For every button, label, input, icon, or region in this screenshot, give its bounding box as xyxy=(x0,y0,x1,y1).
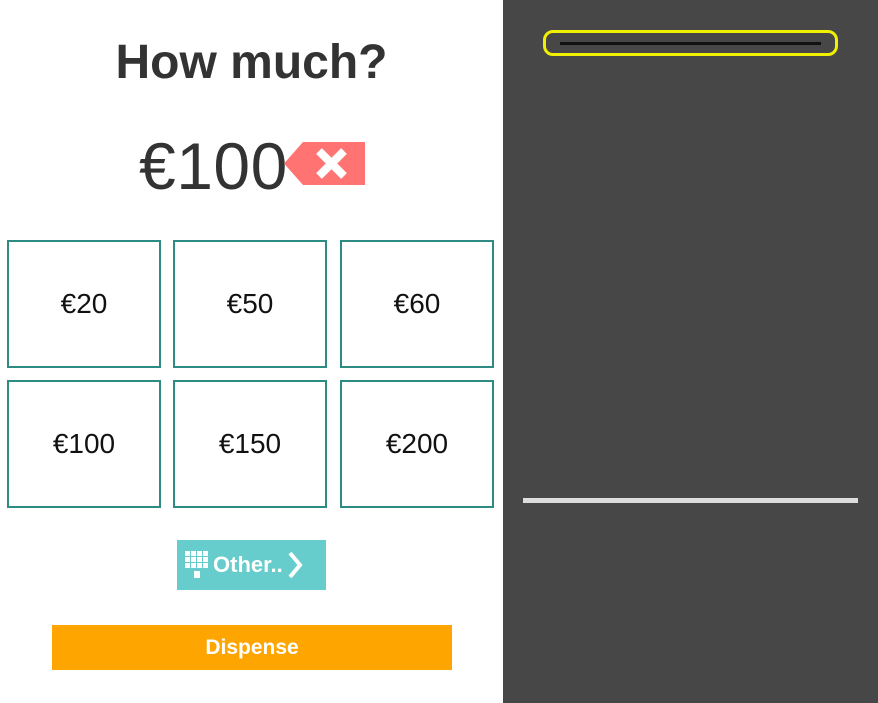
chevron-right-icon xyxy=(288,551,303,579)
other-button-label: Other.. xyxy=(213,552,283,577)
keypad-icon xyxy=(185,551,208,578)
card-slot-opening xyxy=(560,42,821,45)
amount-selection-panel: How much? €100 €20 €50 €60 €100 €150 €20… xyxy=(0,0,503,703)
card-slot[interactable] xyxy=(543,30,838,56)
amount-button-100[interactable]: €100 xyxy=(7,380,161,508)
amount-button-20[interactable]: €20 xyxy=(7,240,161,368)
amount-button-50[interactable]: €50 xyxy=(173,240,327,368)
amount-display: €100 xyxy=(139,129,288,203)
other-amount-button[interactable]: Other.. xyxy=(177,540,326,590)
backspace-x-icon xyxy=(284,142,365,185)
cash-dispenser-slot xyxy=(523,498,858,503)
dispense-button[interactable]: Dispense xyxy=(52,625,452,670)
amount-button-60[interactable]: €60 xyxy=(340,240,494,368)
amount-button-150[interactable]: €150 xyxy=(173,380,327,508)
clear-amount-button[interactable] xyxy=(284,142,365,185)
atm-machine-panel xyxy=(503,0,878,703)
page-title: How much? xyxy=(115,36,388,89)
amount-button-200[interactable]: €200 xyxy=(340,380,494,508)
